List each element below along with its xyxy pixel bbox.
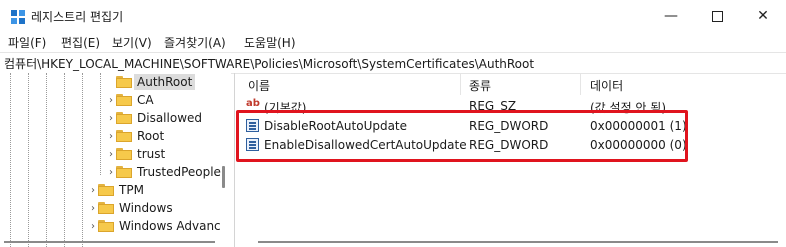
tree-vertical-scrollbar[interactable] [222, 166, 225, 188]
title-bar: 레지스트리 편집기 — ✕ [0, 0, 786, 32]
tree-item-label: TrustedPeople [137, 165, 221, 179]
pane-splitter[interactable] [234, 73, 235, 247]
column-divider[interactable] [460, 73, 461, 95]
column-divider[interactable] [580, 73, 581, 95]
address-bar[interactable]: 컴퓨터\HKEY_LOCAL_MACHINE\SOFTWARE\Policies… [0, 52, 786, 74]
tree-guide-line [64, 73, 65, 247]
chevron-right-icon[interactable]: › [88, 185, 98, 196]
maximize-icon [711, 10, 723, 22]
tree-guide-line [46, 73, 47, 247]
minimize-button[interactable]: — [648, 0, 694, 32]
chevron-right-icon[interactable]: › [106, 167, 116, 178]
list-horizontal-scrollbar[interactable] [258, 241, 778, 243]
tree-item-windows[interactable]: › Windows [88, 199, 173, 217]
chevron-right-icon[interactable]: › [88, 203, 98, 214]
window-title: 레지스트리 편집기 [31, 10, 124, 24]
tree-item-disallowed[interactable]: › Disallowed [106, 109, 202, 127]
tree-horizontal-scrollbar[interactable] [4, 241, 215, 243]
highlight-box [236, 110, 688, 162]
chevron-right-icon[interactable]: › [106, 113, 116, 124]
close-button[interactable]: ✕ [740, 0, 786, 32]
tree-guide-line [100, 73, 101, 175]
menu-help[interactable]: 도움말(H) [244, 34, 296, 51]
folder-icon [116, 166, 132, 178]
tree-item-label: TPM [119, 183, 144, 197]
tree-item-trust[interactable]: › trust [106, 145, 165, 163]
menu-file[interactable]: 파일(F) [8, 34, 46, 51]
tree-item-tpm[interactable]: › TPM [88, 181, 144, 199]
tree-item-authroot[interactable]: AuthRoot [106, 73, 196, 91]
chevron-right-icon[interactable]: › [88, 221, 98, 232]
column-header-data[interactable]: 데이터 [590, 77, 623, 94]
regedit-icon [11, 10, 25, 24]
tree-item-label: Windows [119, 201, 173, 215]
folder-icon [98, 220, 114, 232]
minimize-icon: — [664, 8, 678, 24]
tree-item-ca[interactable]: › CA [106, 91, 154, 109]
tree-item-label: AuthRoot [134, 74, 196, 90]
column-header-type[interactable]: 종류 [469, 77, 491, 94]
tree-item-root[interactable]: › Root [106, 127, 164, 145]
chevron-right-icon[interactable]: › [106, 95, 116, 106]
tree-guide-line [82, 73, 83, 247]
tree-guide-line [10, 73, 11, 247]
address-path[interactable]: 컴퓨터\HKEY_LOCAL_MACHINE\SOFTWARE\Policies… [4, 55, 534, 72]
menu-bar: 파일(F) 편집(E) 보기(V) 즐겨찾기(A) 도움말(H) [0, 32, 786, 52]
menu-favorites[interactable]: 즐겨찾기(A) [164, 34, 226, 51]
tree-item-label: trust [137, 147, 166, 161]
tree-item-label: Windows Advanc [119, 219, 221, 233]
string-value-icon: ab [246, 98, 260, 109]
folder-icon [98, 184, 114, 196]
chevron-right-icon[interactable]: › [106, 131, 116, 142]
maximize-button[interactable] [694, 0, 740, 32]
folder-icon [116, 112, 132, 124]
list-header: 이름 종류 데이터 [238, 73, 786, 95]
menu-edit[interactable]: 편집(E) [61, 34, 100, 51]
menu-view[interactable]: 보기(V) [112, 34, 152, 51]
chevron-right-icon[interactable]: › [106, 149, 116, 160]
tree-item-trustedpeople[interactable]: › TrustedPeople [106, 163, 221, 181]
folder-icon [116, 130, 132, 142]
tree-guide-line [28, 73, 29, 247]
key-tree[interactable]: AuthRoot › CA › Disallowed › Root › trus… [0, 73, 231, 247]
folder-icon [116, 76, 132, 88]
column-header-name[interactable]: 이름 [248, 77, 270, 94]
folder-icon [98, 202, 114, 214]
tree-item-label: Root [137, 129, 165, 143]
tree-item-label: Disallowed [137, 111, 203, 125]
tree-item-windows-advanced[interactable]: › Windows Advanc [88, 217, 221, 235]
close-icon: ✕ [757, 8, 769, 24]
folder-icon [116, 148, 132, 160]
folder-icon [116, 94, 132, 106]
tree-item-label: CA [137, 93, 154, 107]
